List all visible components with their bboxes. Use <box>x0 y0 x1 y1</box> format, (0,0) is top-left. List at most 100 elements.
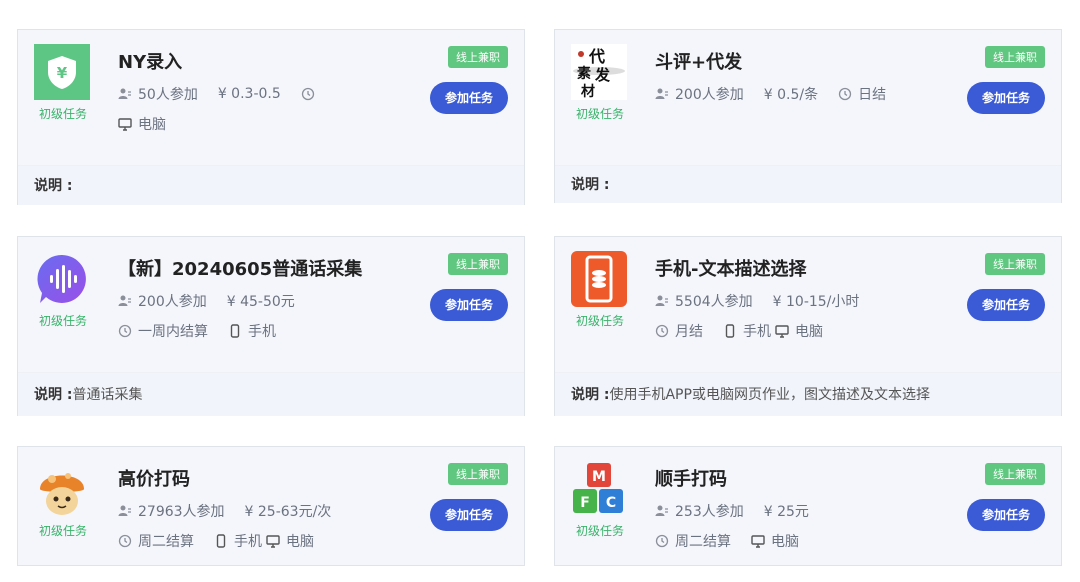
task-card[interactable]: 初级任务 高价打码 27963人参加 ¥ 25-63元/次 周二结算 手机 电脑 线上… <box>17 446 525 566</box>
online-tag: 线上兼职 <box>985 253 1045 275</box>
task-level: 初级任务 <box>575 524 624 538</box>
task-meta: 200人参加 ¥ 0.5/条 日结 <box>655 84 886 104</box>
pay: ¥ 45-50元 <box>226 294 295 310</box>
participants: 200人参加 <box>675 87 744 103</box>
users-icon <box>118 88 131 99</box>
join-task-button[interactable]: 参加任务 <box>967 289 1045 321</box>
pay: ¥ 0.5/条 <box>763 87 819 103</box>
task-title[interactable]: NY录入 <box>118 48 182 74</box>
users-icon <box>118 505 131 516</box>
task-title[interactable]: 顺手打码 <box>655 465 727 491</box>
task-level: 初级任务 <box>575 314 624 328</box>
svg-text:代: 代 <box>588 47 605 66</box>
task-meta: 5504人参加 ¥ 10-15/小时 <box>655 291 859 311</box>
clock-icon <box>655 534 669 548</box>
task-description: 说明 : <box>18 165 524 205</box>
task-card[interactable]: 初级任务 手机-文本描述选择 5504人参加 ¥ 10-15/小时 月结 手机 电脑 … <box>554 236 1062 416</box>
device: 手机 <box>743 324 771 340</box>
device: 手机 <box>234 534 262 550</box>
task-card[interactable]: ¥ 初级任务 NY录入 50人参加 ¥ 0.3-0.5 电脑 线上兼职 参加任务 … <box>17 29 525 205</box>
task-card[interactable]: M F C 初级任务 顺手打码 253人参加 ¥ 25元 周二结算 电脑 线上兼职 … <box>554 446 1062 566</box>
task-title[interactable]: 【新】20240605普通话采集 <box>118 255 362 281</box>
participants: 200人参加 <box>138 294 207 310</box>
clock-icon <box>838 87 852 101</box>
svg-text:材: 材 <box>581 83 595 100</box>
task-card[interactable]: 初级任务 【新】20240605普通话采集 200人参加 ¥ 45-50元 一周内… <box>17 236 525 416</box>
task-title[interactable]: 高价打码 <box>118 465 190 491</box>
shield-yen-icon: ¥ <box>34 44 90 100</box>
pay: ¥ 25-63元/次 <box>244 504 332 520</box>
device: 电脑 <box>138 117 166 133</box>
participants: 50人参加 <box>138 87 198 103</box>
task-settle-device: 一周内结算 手机 <box>118 321 276 341</box>
svg-text:发: 发 <box>594 66 611 84</box>
settle: 周二结算 <box>675 534 731 550</box>
task-description: 说明 : <box>555 165 1061 203</box>
task-meta: 253人参加 ¥ 25元 <box>655 501 809 521</box>
task-title[interactable]: 手机-文本描述选择 <box>655 255 806 281</box>
task-description: 说明 :普通话采集 <box>18 372 524 416</box>
device: 电脑 <box>771 534 799 550</box>
task-title[interactable]: 斗评+代发 <box>655 48 742 74</box>
online-tag: 线上兼职 <box>985 46 1045 68</box>
svg-text:素: 素 <box>577 65 591 82</box>
svg-text:M: M <box>592 469 606 485</box>
clock-icon <box>118 534 132 548</box>
users-icon <box>655 295 668 306</box>
device-2: 电脑 <box>795 324 823 340</box>
svg-text:¥: ¥ <box>57 64 68 82</box>
monitor-icon <box>118 118 132 131</box>
monitor-icon <box>266 535 280 548</box>
settle: 日结 <box>858 87 887 103</box>
join-task-button[interactable]: 参加任务 <box>430 82 508 114</box>
online-tag: 线上兼职 <box>448 463 508 485</box>
clock-icon <box>301 87 314 101</box>
settle: 一周内结算 <box>138 324 208 340</box>
join-task-button[interactable]: 参加任务 <box>430 499 508 531</box>
device: 手机 <box>248 324 276 340</box>
task-settle-device: 周二结算 手机 电脑 <box>118 531 314 551</box>
clock-icon <box>118 324 132 338</box>
participants: 253人参加 <box>675 504 744 520</box>
phone-icon <box>216 534 226 548</box>
task-meta: 27963人参加 ¥ 25-63元/次 <box>118 501 331 521</box>
phone-coins-icon <box>571 251 627 307</box>
monitor-icon <box>751 535 765 548</box>
participants: 27963人参加 <box>138 504 225 520</box>
online-tag: 线上兼职 <box>985 463 1045 485</box>
pay: ¥ 0.3-0.5 <box>217 86 281 102</box>
settle: 月结 <box>675 324 703 340</box>
join-task-button[interactable]: 参加任务 <box>430 289 508 321</box>
participants: 5504人参加 <box>675 294 753 310</box>
task-level: 初级任务 <box>38 314 87 328</box>
users-icon <box>655 88 668 99</box>
phone-icon <box>725 324 735 338</box>
settle: 周二结算 <box>138 534 194 550</box>
join-task-button[interactable]: 参加任务 <box>967 499 1045 531</box>
users-icon <box>118 295 131 306</box>
online-tag: 线上兼职 <box>448 46 508 68</box>
svg-text:F: F <box>580 495 590 511</box>
mushroom-icon <box>34 461 90 517</box>
task-device: 电脑 <box>118 114 166 134</box>
clock-icon <box>655 324 669 338</box>
online-tag: 线上兼职 <box>448 253 508 275</box>
mfc-cubes-icon: M F C <box>571 461 627 517</box>
task-meta: 200人参加 ¥ 45-50元 <box>118 291 295 311</box>
task-card[interactable]: 代 素 发 材 初级任务 斗评+代发 200人参加 ¥ 0.5/条 日结 线上兼职 … <box>554 29 1062 203</box>
task-level: 初级任务 <box>38 107 87 121</box>
voice-wave-icon <box>34 251 90 307</box>
calligraphy-logo: 代 素 发 材 <box>571 44 627 100</box>
join-task-button[interactable]: 参加任务 <box>967 82 1045 114</box>
task-level: 初级任务 <box>38 524 87 538</box>
pay: ¥ 25元 <box>763 504 809 520</box>
task-level: 初级任务 <box>575 107 624 121</box>
device-2: 电脑 <box>286 534 314 550</box>
users-icon <box>655 505 668 516</box>
pay: ¥ 10-15/小时 <box>772 294 860 310</box>
task-settle-device: 周二结算 电脑 <box>655 531 799 551</box>
task-meta: 50人参加 ¥ 0.3-0.5 <box>118 84 321 104</box>
svg-text:C: C <box>606 495 616 511</box>
task-settle-device: 月结 手机 电脑 <box>655 321 823 341</box>
task-description: 说明 :使用手机APP或电脑网页作业，图文描述及文本选择 <box>555 372 1061 416</box>
